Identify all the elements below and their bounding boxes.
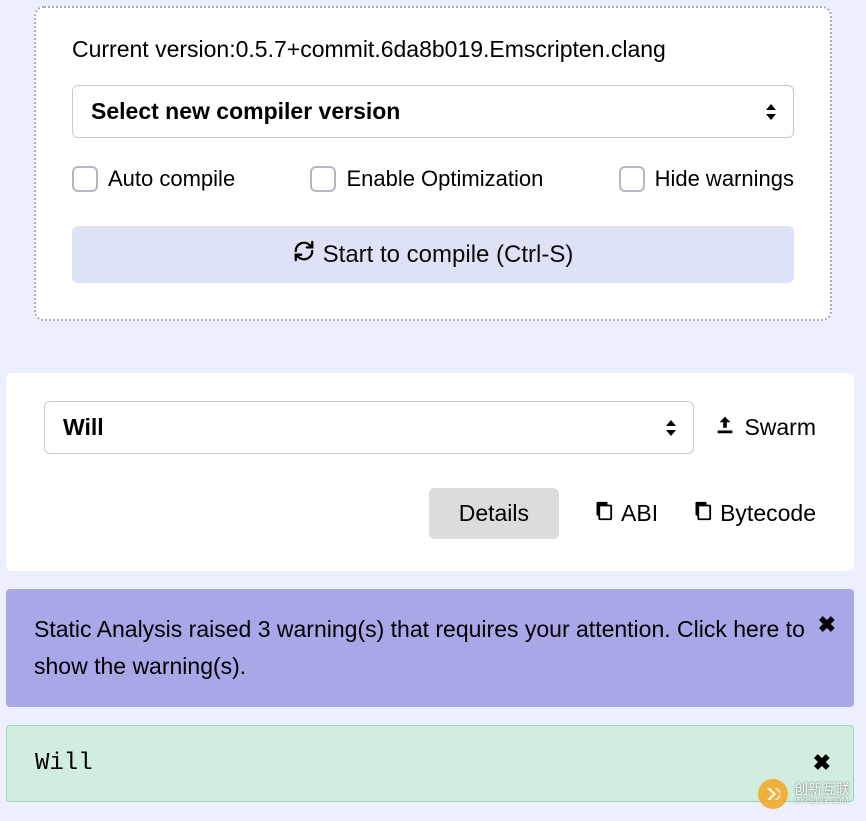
compiler-select-placeholder: Select new compiler version bbox=[91, 98, 400, 124]
checkbox-row: Auto compile Enable Optimization Hide wa… bbox=[72, 166, 794, 192]
contract-selected-name: Will bbox=[63, 414, 104, 440]
warning-message: Static Analysis raised 3 warning(s) that… bbox=[34, 616, 805, 679]
compiler-box: Current version:0.5.7+commit.6da8b019.Em… bbox=[34, 6, 832, 321]
close-icon[interactable]: ✖ bbox=[818, 607, 836, 642]
hide-warnings-label: Hide warnings bbox=[655, 166, 794, 192]
bytecode-button[interactable]: Bytecode bbox=[690, 500, 816, 528]
checkbox-icon bbox=[310, 166, 336, 192]
select-arrows-icon bbox=[765, 103, 777, 121]
details-button[interactable]: Details bbox=[429, 488, 559, 539]
contract-select[interactable]: Will bbox=[44, 401, 694, 454]
abi-label: ABI bbox=[621, 500, 658, 527]
compiler-panel: Current version:0.5.7+commit.6da8b019.Em… bbox=[6, 6, 860, 357]
compile-success-panel: Will ✖ bbox=[6, 725, 854, 802]
static-analysis-warning[interactable]: Static Analysis raised 3 warning(s) that… bbox=[6, 589, 854, 707]
checkbox-icon bbox=[72, 166, 98, 192]
details-label: Details bbox=[459, 500, 529, 526]
auto-compile-label: Auto compile bbox=[108, 166, 235, 192]
upload-icon bbox=[714, 414, 736, 442]
compiler-version-select[interactable]: Select new compiler version bbox=[72, 85, 794, 138]
checkbox-icon bbox=[619, 166, 645, 192]
auto-compile-checkbox[interactable]: Auto compile bbox=[72, 166, 235, 192]
compile-button[interactable]: Start to compile (Ctrl-S) bbox=[72, 226, 794, 283]
swarm-button[interactable]: Swarm bbox=[714, 414, 816, 442]
close-icon[interactable]: ✖ bbox=[813, 750, 831, 776]
clipboard-icon bbox=[591, 500, 613, 528]
abi-button[interactable]: ABI bbox=[591, 500, 658, 528]
select-arrows-icon bbox=[665, 419, 677, 437]
refresh-icon bbox=[293, 240, 315, 269]
hide-warnings-checkbox[interactable]: Hide warnings bbox=[619, 166, 794, 192]
enable-optimization-checkbox[interactable]: Enable Optimization bbox=[310, 166, 543, 192]
swarm-label: Swarm bbox=[744, 414, 816, 441]
current-version-label: Current version:0.5.7+commit.6da8b019.Em… bbox=[72, 36, 794, 63]
enable-optimization-label: Enable Optimization bbox=[346, 166, 543, 192]
clipboard-icon bbox=[690, 500, 712, 528]
bytecode-label: Bytecode bbox=[720, 500, 816, 527]
compiled-contract-name: Will bbox=[35, 750, 93, 777]
contract-panel: Will Swarm Details bbox=[6, 373, 854, 571]
compile-button-label: Start to compile (Ctrl-S) bbox=[323, 241, 574, 269]
